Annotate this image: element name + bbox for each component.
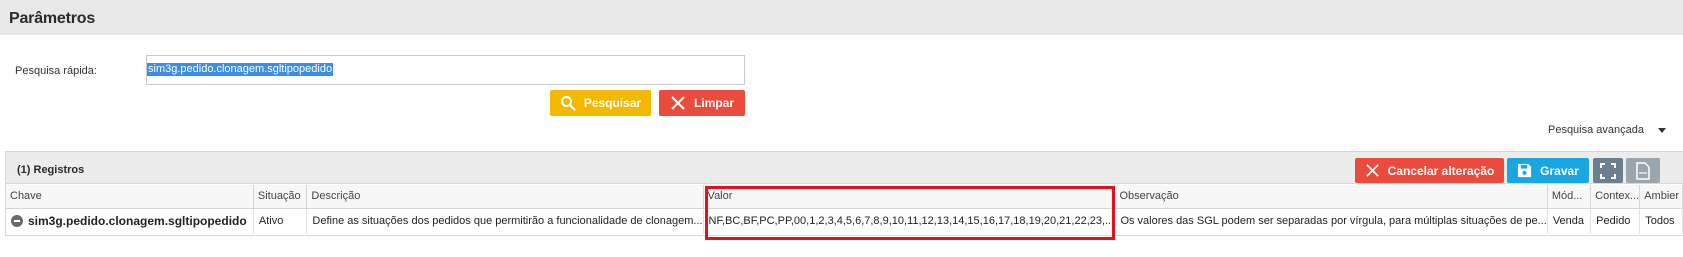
cell-valor[interactable]: NF,BC,BF,PC,PP,00,1,2,3,4,5,6,7,8,9,10,1…: [703, 208, 1116, 234]
cell-contexto[interactable]: Pedido: [1590, 208, 1641, 234]
cell-chave[interactable]: sim3g.pedido.clonagem.sgltipopedido: [6, 208, 254, 234]
cell-descricao[interactable]: Define as situações dos pedidos que perm…: [306, 208, 704, 234]
cancel-change-label: Cancelar alteração: [1387, 163, 1495, 178]
cancel-change-button[interactable]: Cancelar alteração: [1355, 158, 1504, 183]
clear-button-label: Limpar: [693, 96, 734, 110]
column-header-chave[interactable]: Chave: [6, 185, 254, 209]
column-header-situacao[interactable]: Situação: [253, 185, 308, 209]
save-button-label: Gravar: [1540, 163, 1579, 178]
cell-modulo[interactable]: Venda: [1547, 208, 1592, 234]
close-icon: [1365, 164, 1379, 177]
quick-search-label: Pesquisa rápida:: [15, 65, 97, 77]
export-csv-button[interactable]: [1626, 158, 1660, 183]
expand-icon: [1600, 162, 1616, 179]
floppy-disk-icon: [1518, 163, 1532, 178]
clear-button[interactable]: Limpar: [659, 90, 745, 116]
column-header-contexto[interactable]: Contex...: [1590, 185, 1641, 209]
advanced-search-toggle[interactable]: Pesquisa avançada: [1548, 124, 1666, 136]
save-button[interactable]: Gravar: [1507, 158, 1589, 183]
cell-situacao[interactable]: Ativo: [253, 208, 308, 234]
collapse-icon[interactable]: [11, 215, 23, 228]
fullscreen-button[interactable]: [1593, 158, 1623, 183]
title-bar: Parâmetros: [0, 0, 1683, 35]
records-count: (1) Registros: [17, 164, 85, 176]
close-icon: [671, 96, 685, 110]
search-button[interactable]: Pesquisar: [550, 90, 651, 116]
records-panel: (1) Registros Cancelar alteração Gravar: [5, 151, 1683, 236]
column-header-valor[interactable]: Valor: [703, 185, 1116, 209]
column-header-modulo[interactable]: Mód...: [1547, 185, 1592, 209]
page-title: Parâmetros: [9, 10, 96, 27]
cell-observacao[interactable]: Os valores das SGL podem ser separadas p…: [1114, 208, 1548, 234]
cell-ambiente[interactable]: Todos: [1639, 208, 1683, 234]
column-header-ambiente[interactable]: Ambier: [1639, 185, 1683, 209]
column-header-observacao[interactable]: Observação: [1114, 185, 1548, 209]
table-row[interactable]: sim3g.pedido.clonagem.sgltipopedido Ativ…: [6, 208, 1683, 234]
table-header-row: Chave Situação Descrição Valor Observaçã…: [6, 185, 1683, 209]
records-panel-header: (1) Registros Cancelar alteração Gravar: [6, 152, 1683, 184]
quick-search-selected-text[interactable]: sim3g.pedido.clonagem.sgltipopedido: [147, 63, 334, 76]
csv-file-icon: [1636, 161, 1650, 180]
column-header-descricao[interactable]: Descrição: [306, 185, 704, 209]
caret-down-icon: [1658, 127, 1666, 133]
search-button-label: Pesquisar: [583, 96, 642, 110]
advanced-search-label: Pesquisa avançada: [1547, 124, 1644, 136]
cell-chave-text: sim3g.pedido.clonagem.sgltipopedido: [28, 214, 247, 229]
search-icon: [560, 96, 576, 111]
parameters-table: Chave Situação Descrição Valor Observaçã…: [6, 185, 1683, 234]
